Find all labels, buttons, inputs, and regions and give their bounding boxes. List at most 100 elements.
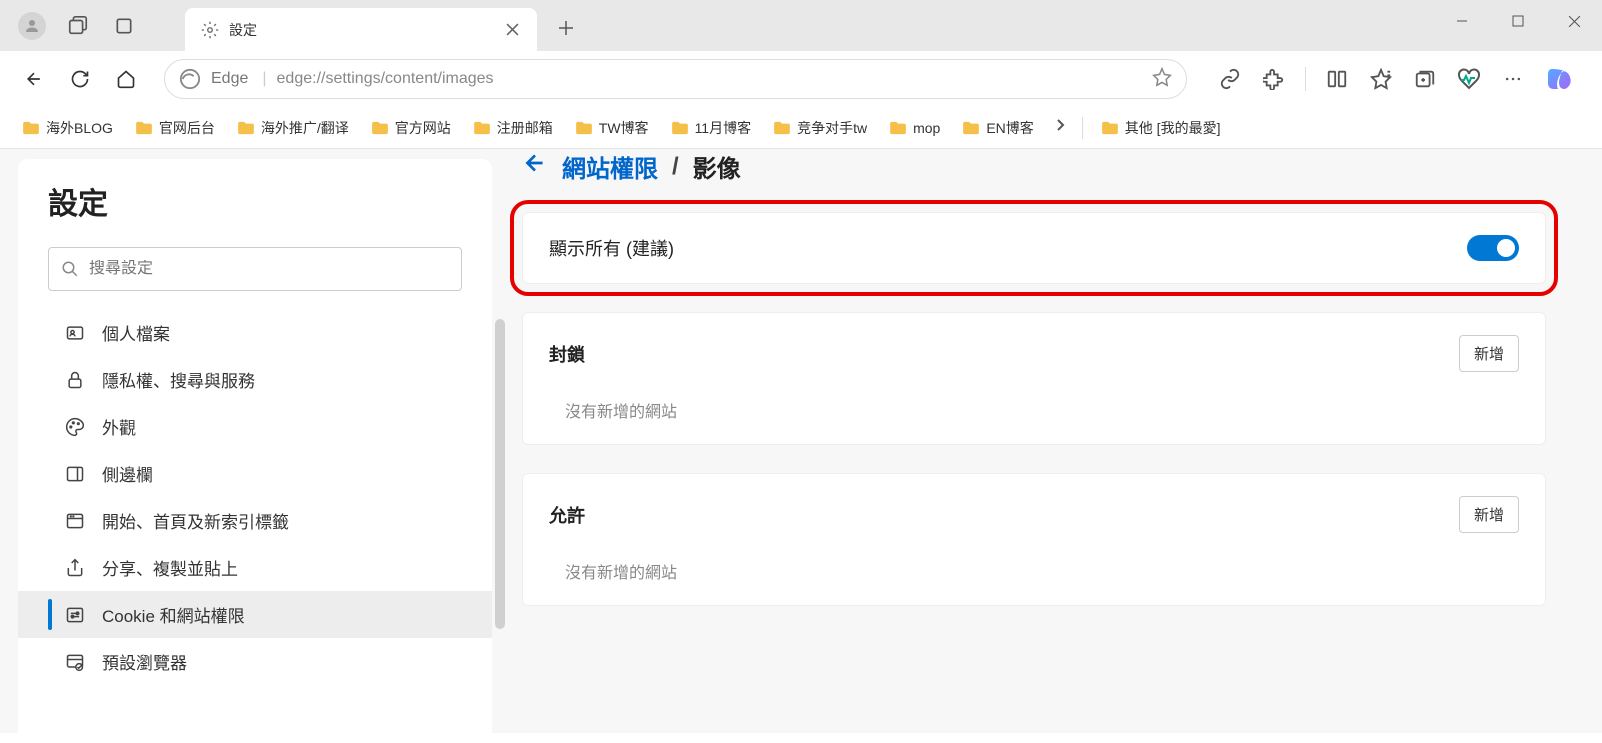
bookmark-item[interactable]: 注册邮箱 [465, 113, 561, 143]
link-icon [1219, 68, 1241, 90]
home-button[interactable] [106, 59, 146, 99]
block-empty-text: 沒有新增的網站 [549, 398, 1519, 422]
bookmark-item[interactable]: 竞争对手tw [765, 113, 875, 143]
sidebar-item-share[interactable]: 分享、複製並貼上 [18, 544, 492, 591]
collections-icon [1414, 68, 1436, 90]
lock-icon [65, 370, 85, 390]
layout-icon [65, 464, 85, 484]
allow-title: 允許 [549, 502, 585, 528]
search-input[interactable] [89, 260, 449, 278]
bookmark-item[interactable]: mop [881, 115, 948, 141]
star-icon [1152, 67, 1172, 87]
gear-icon [201, 21, 219, 39]
sidebar-item-cookies[interactable]: Cookie 和網站權限 [18, 591, 492, 638]
browser-check-icon [65, 652, 85, 672]
browser-label: Edge [211, 70, 248, 88]
maximize-button[interactable] [1490, 0, 1546, 42]
search-icon [61, 260, 79, 278]
breadcrumb-current: 影像 [693, 149, 741, 184]
performance-button[interactable] [1456, 66, 1482, 92]
bookmarks-overflow-button[interactable] [1048, 113, 1072, 142]
allow-card: 允許 新增 沒有新增的網站 [522, 473, 1546, 606]
bookmark-item[interactable]: TW博客 [567, 113, 657, 143]
folder-icon [671, 121, 689, 135]
url-text: edge://settings/content/images [277, 70, 1142, 88]
show-all-card: 顯示所有 (建議) [522, 212, 1546, 284]
sidebar-item-privacy[interactable]: 隱私權、搜尋與服務 [18, 356, 492, 403]
browser-tab[interactable]: 設定 [185, 8, 537, 51]
close-icon [1568, 15, 1581, 28]
extensions-button[interactable] [1261, 66, 1287, 92]
maximize-icon [1512, 15, 1524, 27]
folder-icon [22, 121, 40, 135]
bookmarks-bar: 海外BLOG 官网后台 海外推广/翻译 官方网站 注册邮箱 TW博客 11月博客… [0, 107, 1602, 149]
sidebar-item-start[interactable]: 開始、首頁及新索引標籤 [18, 497, 492, 544]
sidebar-item-profile[interactable]: 個人檔案 [18, 309, 492, 356]
sidebar-item-default-browser[interactable]: 預設瀏覽器 [18, 638, 492, 685]
split-screen-button[interactable] [1324, 66, 1350, 92]
bookmark-item[interactable]: 海外推广/翻译 [229, 113, 357, 143]
palette-icon [65, 417, 85, 437]
square-icon [114, 16, 134, 36]
allow-empty-text: 沒有新增的網站 [549, 559, 1519, 583]
sidebar-title: 設定 [18, 179, 492, 247]
breadcrumb-back-button[interactable] [522, 150, 548, 183]
show-all-label: 顯示所有 (建議) [549, 235, 674, 261]
sidebar-item-sidebar[interactable]: 側邊欄 [18, 450, 492, 497]
tab-title: 設定 [229, 20, 493, 40]
back-button[interactable] [14, 59, 54, 99]
arrow-left-icon [522, 150, 548, 176]
favorite-button[interactable] [1152, 67, 1172, 92]
heart-pulse-icon [1457, 67, 1481, 91]
breadcrumb-parent[interactable]: 網站權限 [562, 149, 658, 184]
folder-icon [575, 121, 593, 135]
minimize-icon [1456, 15, 1468, 27]
more-button[interactable] [1500, 66, 1526, 92]
link-button[interactable] [1217, 66, 1243, 92]
workspaces-icon [67, 15, 89, 37]
tab-actions-button[interactable] [110, 12, 138, 40]
minimize-button[interactable] [1434, 0, 1490, 42]
scrollbar[interactable] [495, 319, 505, 629]
settings-sidebar: 設定 個人檔案 隱私權、搜尋與服務 外觀 側邊欄 開始、首頁及新索引標籤 分享、… [18, 159, 492, 743]
show-all-toggle[interactable] [1467, 235, 1519, 261]
allow-add-button[interactable]: 新增 [1459, 496, 1519, 533]
tab-close-button[interactable] [503, 21, 521, 39]
folder-icon [889, 121, 907, 135]
bookmark-other[interactable]: 其他 [我的最愛] [1093, 113, 1229, 143]
refresh-button[interactable] [60, 59, 100, 99]
collections-button[interactable] [1412, 66, 1438, 92]
bookmark-item[interactable]: 官方网站 [363, 113, 459, 143]
sidebar-item-appearance[interactable]: 外觀 [18, 403, 492, 450]
bookmark-item[interactable]: 官网后台 [127, 113, 223, 143]
settings-search[interactable] [48, 247, 462, 291]
bookmark-item[interactable]: 海外BLOG [14, 113, 121, 143]
toolbar: Edge | edge://settings/content/images [0, 51, 1602, 107]
star-lines-icon [1370, 68, 1392, 90]
folder-icon [237, 121, 255, 135]
window-icon [65, 511, 85, 531]
block-title: 封鎖 [549, 341, 585, 367]
folder-icon [135, 121, 153, 135]
workspaces-button[interactable] [64, 12, 92, 40]
folder-icon [473, 121, 491, 135]
person-icon [23, 17, 41, 35]
address-bar[interactable]: Edge | edge://settings/content/images [164, 59, 1187, 99]
id-icon [65, 323, 85, 343]
favorites-button[interactable] [1368, 66, 1394, 92]
bookmark-item[interactable]: 11月博客 [663, 113, 760, 143]
profile-button[interactable] [18, 12, 46, 40]
block-card: 封鎖 新增 沒有新增的網站 [522, 312, 1546, 445]
folder-icon [773, 121, 791, 135]
sliders-icon [65, 605, 85, 625]
copilot-icon[interactable] [1544, 63, 1576, 95]
breadcrumb: 網站權限 / 影像 [522, 149, 1546, 212]
folder-icon [371, 121, 389, 135]
new-tab-button[interactable] [550, 12, 582, 44]
chevron-right-icon [1052, 117, 1068, 133]
folder-icon [962, 121, 980, 135]
block-add-button[interactable]: 新增 [1459, 335, 1519, 372]
bookmark-item[interactable]: EN博客 [954, 113, 1041, 143]
home-icon [116, 69, 136, 89]
close-window-button[interactable] [1546, 0, 1602, 42]
